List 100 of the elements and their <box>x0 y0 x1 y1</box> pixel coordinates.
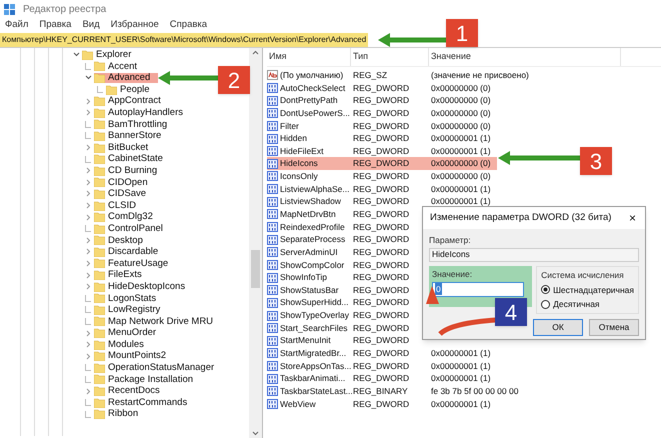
menu-item[interactable]: Файл <box>5 18 28 32</box>
chevron-right-icon[interactable] <box>84 214 92 221</box>
chevron-right-icon[interactable] <box>84 202 92 210</box>
tree-item[interactable]: Modules <box>108 340 144 350</box>
chevron-right-icon[interactable] <box>84 144 92 152</box>
table-cell: MapNetDrvBtn <box>280 208 336 221</box>
column-header[interactable]: Значение <box>429 48 621 66</box>
tree-item[interactable]: CLSID <box>108 200 136 210</box>
chevron-right-icon[interactable] <box>84 178 92 186</box>
ok-button[interactable]: ОК <box>533 319 583 336</box>
table-cell-text: REG_DWORD <box>352 296 410 310</box>
radio-label[interactable]: Десятичная <box>553 298 600 311</box>
tree-item[interactable]: ControlPanel <box>108 224 163 234</box>
binary-value-icon <box>267 298 278 308</box>
folder-icon <box>94 188 105 199</box>
chevron-right-icon[interactable] <box>84 260 92 267</box>
radio-button[interactable] <box>541 285 550 294</box>
chevron-right-icon[interactable] <box>84 98 92 105</box>
tree-item-highlight[interactable]: Advanced <box>94 72 158 83</box>
table-cell-text: REG_DWORD <box>352 132 410 145</box>
radio-label[interactable]: Шестнадцатеричная <box>553 284 634 296</box>
tree-item[interactable]: FeatureUsage <box>108 258 168 268</box>
binary-value-icon <box>267 184 278 194</box>
column-header[interactable]: Тип <box>351 48 429 66</box>
tree-item[interactable]: CIDSave <box>108 189 146 199</box>
tree-item[interactable]: Advanced <box>108 73 150 83</box>
tree-item[interactable]: ComDlg32 <box>108 212 153 222</box>
tree-item[interactable]: MenuOrder <box>108 328 156 338</box>
tree-item[interactable]: Ribbon <box>108 409 138 419</box>
tree-item[interactable]: HideDesktopIcons <box>108 282 186 292</box>
tree-item[interactable]: Map Network Drive MRU <box>108 316 214 326</box>
table-cell-text: REG_DWORD <box>352 94 410 107</box>
binary-value-icon <box>267 310 278 320</box>
scrollbar-thumb[interactable] <box>251 250 260 288</box>
menu-item[interactable]: Правка <box>39 18 72 32</box>
binary-value-icon <box>267 120 278 131</box>
chevron-right-icon[interactable] <box>84 236 92 244</box>
chevron-right-icon[interactable] <box>84 109 92 116</box>
tree-item[interactable]: BannerStore <box>108 131 162 141</box>
chevron-right-icon[interactable] <box>84 388 92 395</box>
binary-value-icon <box>267 108 278 118</box>
tree-item[interactable]: Desktop <box>108 236 143 246</box>
scroll-down-icon[interactable] <box>252 431 259 436</box>
table-cell: (значение не присвоено) <box>431 68 529 82</box>
chevron-right-icon[interactable] <box>84 352 92 360</box>
tree-item[interactable]: BamThrottling <box>108 120 168 130</box>
table-cell: SeparateProcess <box>280 233 346 246</box>
folder-icon <box>94 96 105 106</box>
chevron-right-icon[interactable] <box>84 283 92 290</box>
menu-item[interactable]: Справка <box>170 18 208 32</box>
chevron-down-icon[interactable] <box>72 51 80 58</box>
tree-item[interactable]: FileExts <box>108 270 142 280</box>
tree-item[interactable]: RecentDocs <box>108 386 160 396</box>
tree-item[interactable]: LowRegistry <box>108 305 160 315</box>
binary-value-icon <box>267 247 278 258</box>
tree-item[interactable]: LogonStats <box>108 294 156 304</box>
tree-item[interactable]: OperationStatusManager <box>108 363 214 373</box>
tree-item[interactable]: Discardable <box>108 247 158 257</box>
value-field[interactable]: 0 <box>432 282 524 296</box>
tree-item[interactable]: AutoplayHandlers <box>108 108 183 118</box>
highlighted-row[interactable]: HideIcons REG_DWORD 0x00000000 (0) <box>267 157 497 170</box>
chevron-right-icon[interactable] <box>84 272 92 279</box>
tree-item[interactable]: CabinetState <box>108 154 163 164</box>
folder-icon <box>94 166 105 176</box>
tree-item[interactable]: People <box>120 84 150 94</box>
binary-value-icon <box>267 272 278 283</box>
column-header[interactable]: Имя <box>267 48 351 66</box>
binary-value-icon <box>267 234 278 245</box>
close-button[interactable]: × <box>626 212 638 224</box>
cancel-button[interactable]: Отмена <box>589 319 639 336</box>
scrollbar[interactable] <box>249 48 262 438</box>
chevron-right-icon[interactable] <box>84 330 92 337</box>
table-cell: ListviewAlphaSe... <box>280 182 350 196</box>
menu-item[interactable]: Избранное <box>110 18 159 32</box>
tree-item[interactable]: BitBucket <box>108 142 148 152</box>
tree-item[interactable]: CD Burning <box>108 166 158 176</box>
chevron-right-icon[interactable] <box>84 248 92 256</box>
tree-item[interactable]: CIDOpen <box>108 178 148 188</box>
table-cell-text: REG_DWORD <box>352 106 410 120</box>
folder-icon <box>94 398 105 408</box>
tree-item[interactable]: Package Installation <box>108 374 194 384</box>
tree-item[interactable]: AppContract <box>108 96 161 106</box>
tree-item[interactable]: MountPoints2 <box>108 351 166 361</box>
binary-value-icon <box>267 386 278 396</box>
chevron-right-icon[interactable] <box>84 341 92 348</box>
table-cell: WebView <box>280 398 316 410</box>
tree-item[interactable]: Explorer <box>96 50 132 60</box>
parameter-field[interactable]: HideIcons <box>429 248 639 262</box>
chevron-right-icon[interactable] <box>84 167 92 174</box>
chevron-right-icon[interactable] <box>84 190 92 198</box>
chevron-down-icon[interactable] <box>84 74 92 82</box>
table-cell-text: REG_DWORD <box>352 246 410 259</box>
menu-item[interactable]: Вид <box>82 18 100 32</box>
radio-button[interactable] <box>541 300 550 310</box>
table-cell: (По умолчанию) <box>280 68 344 82</box>
table-cell: StoreAppsOnTas... <box>280 360 352 372</box>
scroll-up-icon[interactable] <box>252 50 259 55</box>
address-bar[interactable]: Компьютер\HKEY_CURRENT_USER\Software\Microsoft\Windows\CurrentVersion\Explorer\Advanced <box>0 32 368 46</box>
tree-item[interactable]: RestartCommands <box>108 398 188 408</box>
tree-item[interactable]: Accent <box>108 62 138 72</box>
